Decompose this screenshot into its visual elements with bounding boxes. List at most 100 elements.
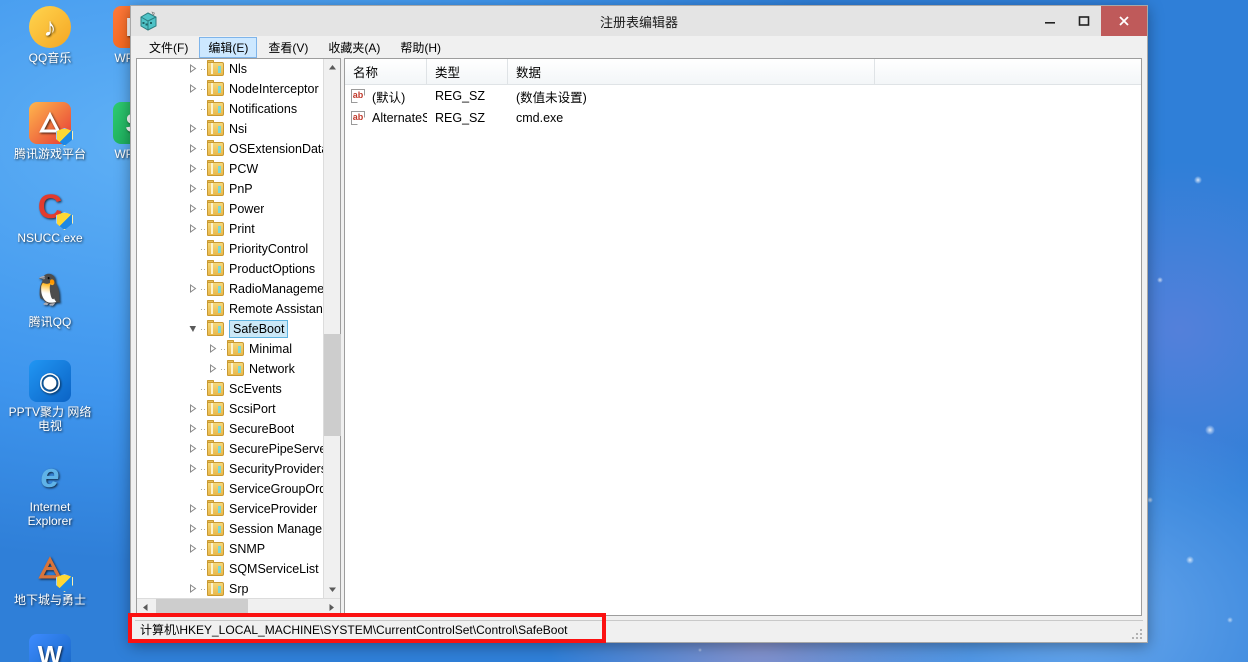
desktop-icon-internet-explorer[interactable]: e Internet Explorer (8, 455, 92, 528)
expand-triangle-icon[interactable] (185, 423, 200, 435)
tree-node-label: Minimal (249, 342, 293, 356)
desktop-icon-dungeon-and-fighter[interactable]: 🜁 地下城与勇士 (8, 548, 92, 608)
expand-triangle-icon[interactable] (185, 503, 200, 515)
tree-node-label: SNMP (229, 542, 266, 556)
expand-triangle-icon[interactable] (185, 583, 200, 595)
tree-node-prioritycontrol[interactable]: ·· PriorityControl (137, 239, 323, 259)
menu-item-favorites[interactable]: 收藏夹(A) (319, 37, 389, 58)
folder-icon (207, 260, 224, 276)
tree-connector-line: ·· (200, 283, 206, 294)
tree-node-radiomanagement[interactable]: ·· RadioManagement (137, 279, 323, 299)
tree-node-nls[interactable]: ·· Nls (137, 59, 323, 79)
tree-horizontal-scrollbar[interactable] (137, 598, 340, 616)
tree-node-pnp[interactable]: ·· PnP (137, 179, 323, 199)
tree-node-srp[interactable]: ·· Srp (137, 579, 323, 598)
expand-triangle-icon[interactable] (185, 223, 200, 235)
desktop-icon-tencent-game-platform[interactable]: 🜂 腾讯游戏平台 (8, 102, 92, 161)
column-header-data[interactable]: 数据 (508, 59, 875, 84)
menu-item-file[interactable]: 文件(F) (140, 37, 197, 58)
desktop-icon-nsucc-exe[interactable]: C NSUCC.exe (8, 186, 92, 245)
expand-triangle-icon[interactable] (185, 163, 200, 175)
tree-node-sqmservicelist[interactable]: ·· SQMServiceList (137, 559, 323, 579)
tree-connector-line: ·· (200, 243, 206, 254)
expand-triangle-icon[interactable] (185, 543, 200, 555)
tree-node-nsi[interactable]: ·· Nsi (137, 119, 323, 139)
menu-item-help[interactable]: 帮助(H) (391, 37, 450, 58)
value-row[interactable]: AlternateShell REG_SZ cmd.exe (345, 107, 1141, 129)
tree-node-label: Notifications (229, 102, 298, 116)
expand-triangle-icon[interactable] (185, 443, 200, 455)
menu-item-view[interactable]: 查看(V) (259, 37, 317, 58)
scroll-up-arrow-icon[interactable] (324, 59, 341, 76)
tree-node-print[interactable]: ·· Print (137, 219, 323, 239)
tree-node-productoptions[interactable]: ·· ProductOptions (137, 259, 323, 279)
tree-connector-line: ·· (200, 383, 206, 394)
column-header-name[interactable]: 名称 (345, 59, 427, 84)
tree-node-notifications[interactable]: ·· Notifications (137, 99, 323, 119)
close-button[interactable] (1101, 6, 1147, 36)
tree-node-securepipeservers[interactable]: ·· SecurePipeServers (137, 439, 323, 459)
tree-node-securityproviders[interactable]: ·· SecurityProviders (137, 459, 323, 479)
expand-triangle-icon[interactable] (185, 403, 200, 415)
expand-triangle-icon[interactable] (185, 83, 200, 95)
expand-triangle-icon[interactable] (185, 143, 200, 155)
tree-node-safeboot[interactable]: ·· SafeBoot (137, 319, 323, 339)
tree-node-power[interactable]: ·· Power (137, 199, 323, 219)
tree-node-label: Nls (229, 62, 248, 76)
folder-icon (207, 80, 224, 96)
column-header-type[interactable]: 类型 (427, 59, 508, 84)
collapse-triangle-icon[interactable] (185, 324, 200, 335)
tree-connector-line: ·· (200, 143, 206, 154)
folder-icon (207, 380, 224, 396)
tree-horizontal-scroll-thumb[interactable] (156, 598, 248, 616)
tree-vertical-scroll-thumb[interactable] (323, 334, 341, 436)
window-titlebar[interactable]: 注册表编辑器 (131, 6, 1147, 36)
desktop-icon-wps-writer[interactable]: W (8, 634, 92, 662)
tree-horizontal-scroll-track[interactable] (154, 598, 323, 616)
scroll-left-arrow-icon[interactable] (137, 599, 154, 616)
scroll-right-arrow-icon[interactable] (323, 599, 340, 616)
registry-tree-viewport[interactable]: ·· Nls ·· NodeInterceptor ·· Notifications ·· N… (137, 59, 323, 598)
desktop-icon-tencent-qq[interactable]: 🐧 腾讯QQ (8, 270, 92, 330)
tree-node-session-manager[interactable]: ·· Session Manager (137, 519, 323, 539)
folder-icon (207, 440, 224, 456)
column-header-spacer[interactable] (875, 59, 1141, 84)
tree-node-network[interactable]: ·· Network (137, 359, 323, 379)
minimize-button[interactable] (1033, 6, 1067, 36)
tree-node-nodeinterceptor[interactable]: ·· NodeInterceptor (137, 79, 323, 99)
value-row[interactable]: (默认) REG_SZ (数值未设置) (345, 85, 1141, 107)
tree-vertical-scrollbar[interactable] (323, 59, 341, 598)
maximize-button[interactable] (1067, 6, 1101, 36)
tree-node-serviceprovider[interactable]: ·· ServiceProvider (137, 499, 323, 519)
tree-node-scevents[interactable]: ·· ScEvents (137, 379, 323, 399)
tree-node-minimal[interactable]: ·· Minimal (137, 339, 323, 359)
expand-triangle-icon[interactable] (185, 203, 200, 215)
expand-triangle-icon[interactable] (185, 523, 200, 535)
expand-triangle-icon[interactable] (205, 363, 220, 375)
desktop-icon-qq-music[interactable]: ♪ QQ音乐 (8, 6, 92, 65)
tree-vertical-scroll-track[interactable] (323, 76, 341, 581)
expand-triangle-icon[interactable] (185, 463, 200, 475)
registry-tree-list: ·· Nls ·· NodeInterceptor ·· Notifications ·· N… (137, 59, 323, 598)
tree-node-osextensiondata[interactable]: ·· OSExtensionData (137, 139, 323, 159)
window-title: 注册表编辑器 (599, 14, 678, 30)
values-column-header[interactable]: 名称 类型 数据 (345, 59, 1141, 85)
tree-node-label: Nsi (229, 122, 248, 136)
desktop-icon-pptv-network-tv[interactable]: ◉ PPTV聚力 网络电视 (8, 360, 92, 433)
menu-item-edit[interactable]: 编辑(E) (199, 36, 258, 58)
registry-tree-pane: ·· Nls ·· NodeInterceptor ·· Notifications ·· N… (136, 58, 341, 616)
tree-connector-line: ·· (200, 63, 206, 74)
scroll-down-arrow-icon[interactable] (324, 581, 341, 598)
tree-node-scsiport[interactable]: ·· ScsiPort (137, 399, 323, 419)
expand-triangle-icon[interactable] (185, 283, 200, 295)
tree-node-snmp[interactable]: ·· SNMP (137, 539, 323, 559)
resize-grip-icon[interactable] (1131, 628, 1142, 639)
expand-triangle-icon[interactable] (205, 343, 220, 355)
tree-node-pcw[interactable]: ·· PCW (137, 159, 323, 179)
expand-triangle-icon[interactable] (185, 123, 200, 135)
tree-node-remote-assistance[interactable]: ·· Remote Assistance (137, 299, 323, 319)
expand-triangle-icon[interactable] (185, 183, 200, 195)
expand-triangle-icon[interactable] (185, 63, 200, 75)
tree-node-secureboot[interactable]: ·· SecureBoot (137, 419, 323, 439)
tree-node-servicegrouporder[interactable]: ·· ServiceGroupOrder (137, 479, 323, 499)
